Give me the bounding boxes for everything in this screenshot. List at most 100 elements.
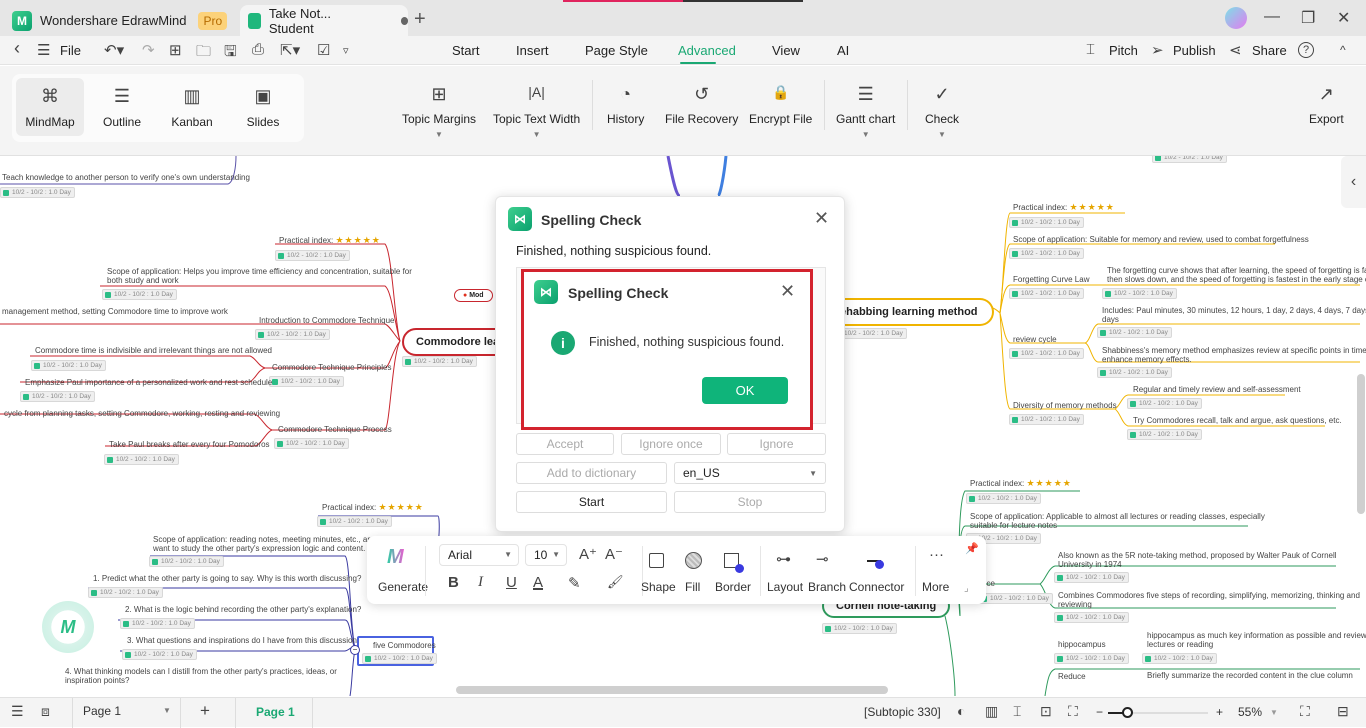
ok-button[interactable]: OK bbox=[702, 377, 788, 404]
resize-handle-icon[interactable]: ⌟ bbox=[964, 583, 969, 594]
topic[interactable]: Reduce bbox=[1058, 672, 1086, 681]
zoom-out-button[interactable]: − bbox=[1096, 705, 1103, 719]
stop-button[interactable]: Stop bbox=[674, 491, 826, 513]
topic[interactable]: Scope of application: reading notes, mee… bbox=[153, 535, 390, 544]
topic[interactable]: Regular and timely review and self-asses… bbox=[1133, 385, 1301, 394]
pro-badge[interactable]: Pro bbox=[198, 11, 228, 30]
italic-button[interactable]: I bbox=[478, 574, 483, 591]
topic[interactable]: Practical index: ★★★★★ bbox=[970, 478, 1072, 489]
save-icon[interactable]: 🖫 bbox=[224, 41, 237, 66]
main-topic-rehab[interactable]: ehabbing learning method bbox=[830, 298, 994, 326]
topic[interactable]: Combines Commodores five steps of record… bbox=[1058, 591, 1360, 600]
fullscreen-icon[interactable]: ⛶ bbox=[1300, 703, 1310, 720]
zoom-in-button[interactable]: + bbox=[1216, 705, 1223, 719]
shrink-font-button[interactable]: A⁻ bbox=[605, 545, 623, 563]
topic[interactable]: Scope of application: Helps you improve … bbox=[107, 267, 412, 276]
topic[interactable]: Briefly summarize the recorded content i… bbox=[1147, 671, 1353, 680]
document-tab[interactable]: Take Not... Student bbox=[240, 5, 408, 36]
generate-button[interactable]: Generate bbox=[378, 580, 428, 594]
topic[interactable]: lectures or reading bbox=[1147, 640, 1213, 649]
topic[interactable]: University in 1974 bbox=[1058, 560, 1122, 569]
add-page-button[interactable]: + bbox=[200, 701, 210, 721]
zoom-slider-thumb[interactable] bbox=[1122, 707, 1133, 718]
back-icon[interactable]: ‹ bbox=[14, 38, 20, 59]
chevron-down-icon[interactable]: ▼ bbox=[1270, 708, 1278, 717]
ai-assistant-button[interactable]: M bbox=[42, 601, 94, 653]
pitch-button[interactable]: Pitch bbox=[1109, 43, 1138, 58]
view-outline-button[interactable]: ☰ Outline bbox=[88, 78, 156, 136]
topic[interactable]: Commodore Technique Principles bbox=[272, 363, 391, 372]
export-share-icon[interactable]: ⇱▾ bbox=[280, 41, 300, 59]
gantt-chart-button[interactable]: ☰ Gantt chart ▼ bbox=[836, 84, 895, 139]
topic[interactable]: reviewing bbox=[1058, 600, 1092, 609]
collapse-ribbon-icon[interactable]: ^ bbox=[1340, 43, 1346, 57]
topic[interactable]: enhance memory effects. bbox=[1102, 355, 1192, 364]
undo-icon[interactable]: ↶▾ bbox=[104, 41, 124, 59]
language-select[interactable]: en_US ▼ bbox=[674, 462, 826, 484]
view-slides-button[interactable]: ▣ Slides bbox=[229, 78, 297, 136]
add-to-dictionary-button[interactable]: Add to dictionary bbox=[516, 462, 667, 484]
topic[interactable]: Scope of application: Suitable for memor… bbox=[1013, 235, 1309, 244]
topic[interactable]: management method, setting Commodore tim… bbox=[2, 307, 228, 316]
file-recovery-button[interactable]: ↺ File Recovery bbox=[665, 84, 738, 126]
font-color-button[interactable]: A bbox=[533, 574, 543, 591]
book-view-icon[interactable]: ▥ bbox=[985, 703, 998, 720]
mouse-mode-icon[interactable]: ◐ bbox=[957, 703, 965, 719]
tab-advanced[interactable]: Advanced bbox=[678, 43, 736, 64]
font-family-select[interactable]: Arial ▼ bbox=[439, 544, 519, 566]
unsaved-dot-icon[interactable] bbox=[400, 16, 408, 25]
pin-icon[interactable]: 📌 bbox=[965, 542, 979, 555]
topic[interactable]: Commodore time is indivisible and irrele… bbox=[35, 346, 272, 355]
app-tab[interactable]: M Wondershare EdrawMind Pro bbox=[12, 5, 228, 36]
panel-toggle-icon[interactable]: ⧈ bbox=[41, 703, 50, 720]
close-window-button[interactable]: ✕ bbox=[1337, 8, 1350, 28]
share-button[interactable]: Share bbox=[1252, 43, 1287, 58]
close-icon[interactable]: ✕ bbox=[780, 281, 795, 302]
fit-view-icon[interactable]: ⊟ bbox=[1337, 703, 1349, 720]
topic[interactable]: both study and work bbox=[107, 276, 179, 285]
topic[interactable]: hippocampus as much key information as p… bbox=[1147, 631, 1366, 640]
ignore-button[interactable]: Ignore bbox=[727, 433, 826, 455]
topic[interactable]: review cycle bbox=[1013, 335, 1057, 344]
page-tab-active[interactable]: Page 1 bbox=[256, 705, 295, 719]
topic[interactable]: cycle from planning tasks, setting Commo… bbox=[4, 409, 280, 418]
redo-icon[interactable]: ↷ bbox=[142, 41, 155, 59]
topic[interactable]: Introduction to Commodore Technique bbox=[259, 316, 395, 325]
connector-button[interactable]: Connector bbox=[849, 580, 904, 594]
topic[interactable]: Practical index: ★★★★★ bbox=[1013, 202, 1115, 213]
close-icon[interactable]: ✕ bbox=[814, 208, 829, 229]
topic[interactable]: Includes: Paul minutes, 30 minutes, 12 h… bbox=[1102, 306, 1366, 315]
layout-button[interactable]: Layout bbox=[767, 580, 803, 594]
tab-start[interactable]: Start bbox=[452, 43, 479, 58]
topic[interactable]: days bbox=[1102, 315, 1119, 324]
format-painter-button[interactable]: 🖌 bbox=[607, 574, 624, 590]
topic[interactable]: 1. Predict what the other party is going… bbox=[93, 574, 361, 583]
topic[interactable]: 2. What is the logic behind recording th… bbox=[125, 605, 361, 614]
right-panel-toggle[interactable]: ‹ bbox=[1341, 156, 1366, 208]
publish-button[interactable]: Publish bbox=[1173, 43, 1216, 58]
topic[interactable]: Try Commodores recall, talk and argue, a… bbox=[1133, 416, 1342, 425]
tab-view[interactable]: View bbox=[772, 43, 800, 58]
more-button[interactable]: More bbox=[922, 580, 949, 594]
fit-page-icon[interactable]: ⊡ bbox=[1040, 703, 1052, 720]
check-doc-icon[interactable]: ☑ bbox=[317, 41, 330, 59]
topic[interactable]: want to study the other party's expressi… bbox=[153, 544, 365, 553]
topic[interactable]: 4. What thinking models can I distill fr… bbox=[65, 667, 337, 676]
topic[interactable]: then slows down, and the speed of forget… bbox=[1107, 275, 1366, 284]
topic[interactable]: Commodore Technique Process bbox=[278, 425, 392, 434]
page-select[interactable]: Page 1 ▼ bbox=[83, 704, 173, 718]
topic[interactable]: The forgetting curve shows that after le… bbox=[1107, 266, 1366, 275]
hamburger-menu-icon[interactable]: ☰ bbox=[37, 41, 50, 59]
horizontal-scrollbar[interactable] bbox=[456, 686, 888, 694]
collapse-toggle[interactable]: − bbox=[350, 645, 360, 655]
new-file-icon[interactable]: ⊞ bbox=[169, 41, 182, 59]
grow-font-button[interactable]: A⁺ bbox=[579, 545, 597, 563]
accept-button[interactable]: Accept bbox=[516, 433, 614, 455]
topic[interactable]: suitable for lecture notes bbox=[970, 521, 1057, 530]
help-icon[interactable]: ? bbox=[1298, 42, 1314, 58]
presentation-icon[interactable]: ⌶ bbox=[1013, 703, 1021, 720]
shape-button[interactable]: Shape bbox=[641, 580, 676, 594]
file-menu[interactable]: File bbox=[60, 43, 81, 58]
zoom-level[interactable]: 55% bbox=[1238, 705, 1262, 719]
zoom-slider[interactable] bbox=[1108, 707, 1208, 718]
